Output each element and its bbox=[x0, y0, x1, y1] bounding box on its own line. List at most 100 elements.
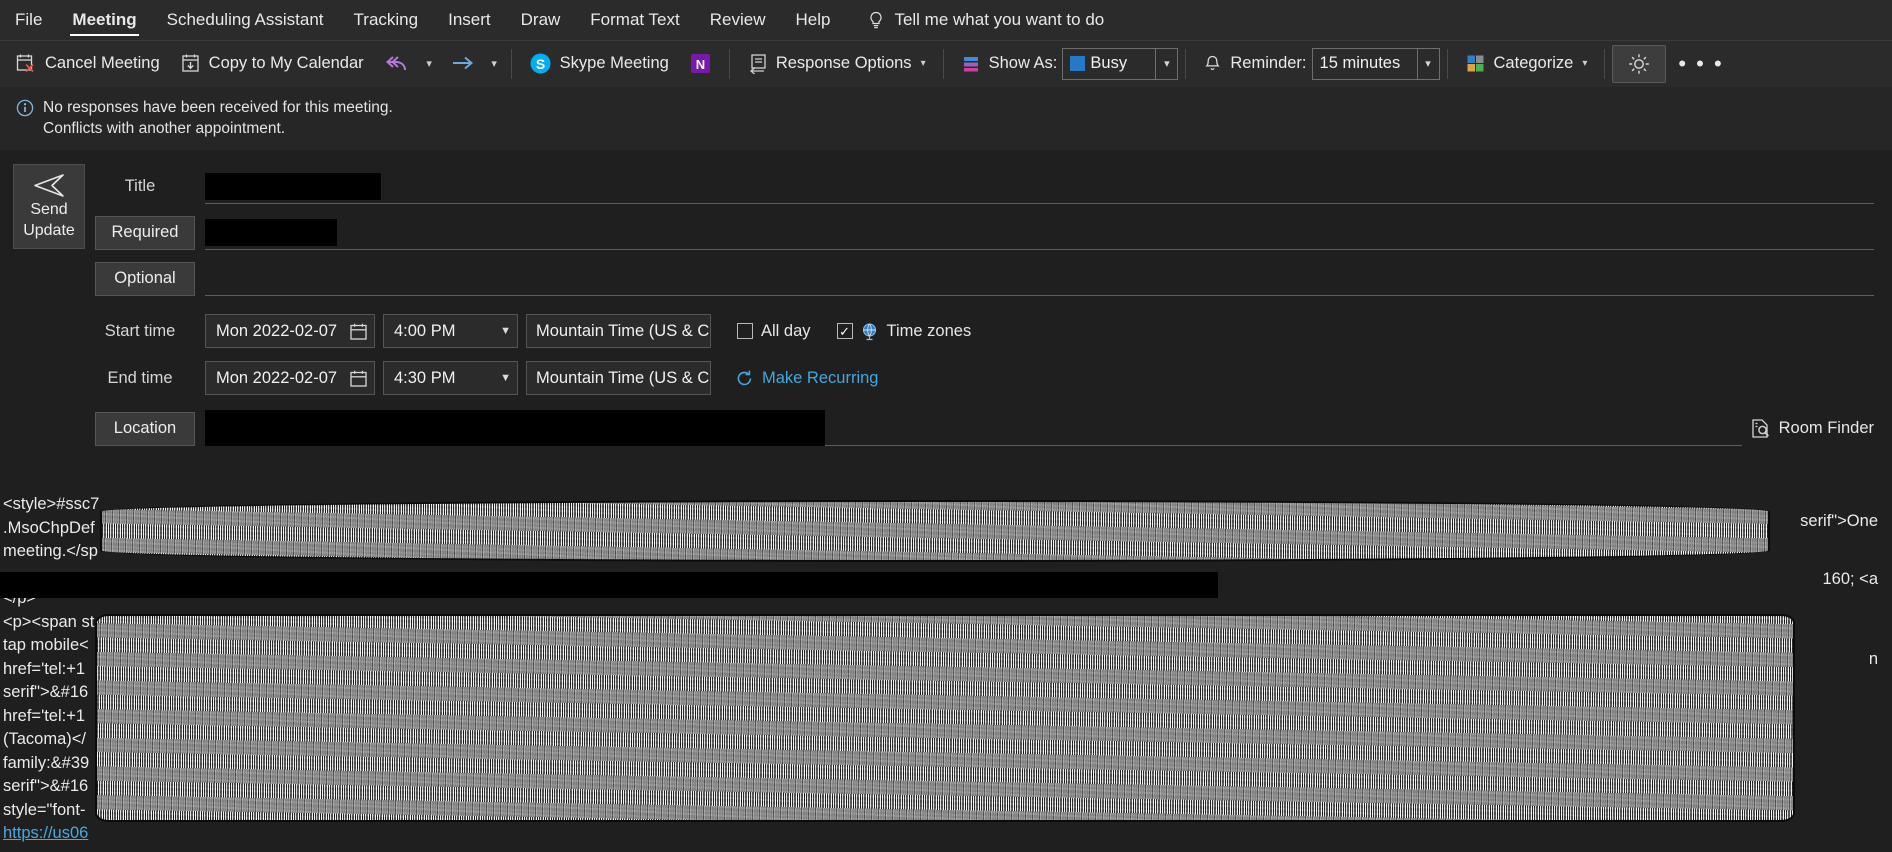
info-bar: No responses have been received for this… bbox=[0, 87, 1892, 150]
calendar-picker-icon[interactable] bbox=[349, 322, 368, 341]
cancel-meeting-label: Cancel Meeting bbox=[45, 54, 160, 72]
start-time-row: Start time Mon 2022-02-07 4:00 PM ▼ Moun… bbox=[85, 308, 1892, 355]
show-as-chevron-down-icon[interactable]: ▾ bbox=[1155, 48, 1177, 79]
required-input[interactable] bbox=[205, 216, 1874, 250]
cancel-meeting-icon bbox=[16, 54, 34, 73]
skype-meeting-button[interactable]: S Skype Meeting bbox=[519, 45, 679, 83]
redo-dropdown-arrow[interactable]: ▾ bbox=[485, 46, 504, 82]
tab-review[interactable]: Review bbox=[695, 0, 781, 40]
end-time-label: End time bbox=[107, 368, 173, 387]
ribbon-separator-1 bbox=[510, 48, 512, 79]
send-update-label-1: Send bbox=[30, 201, 68, 219]
optional-label: Optional bbox=[114, 269, 176, 288]
high-importance-button[interactable] bbox=[1612, 44, 1667, 83]
tab-file[interactable]: File bbox=[0, 0, 57, 40]
send-icon bbox=[34, 174, 64, 198]
body-source-fragment: 160; <a bbox=[1822, 570, 1878, 588]
show-as-label: Show As: bbox=[988, 54, 1058, 72]
start-timezone-value: Mountain Time (US & C bbox=[536, 321, 710, 340]
calendar-picker-icon[interactable] bbox=[349, 369, 368, 388]
time-zones-checkbox[interactable]: ✓ bbox=[836, 323, 853, 340]
make-recurring-button[interactable]: Make Recurring bbox=[735, 369, 878, 388]
tab-scheduling-assistant-label: Scheduling Assistant bbox=[166, 10, 324, 29]
end-time-chevron-down-icon[interactable]: ▼ bbox=[496, 372, 511, 384]
tab-tracking-label: Tracking bbox=[353, 10, 419, 29]
ribbon-separator-4 bbox=[1185, 48, 1187, 79]
ribbon-separator-2 bbox=[728, 48, 730, 79]
room-finder-button[interactable]: Room Finder bbox=[1750, 418, 1892, 439]
tab-help[interactable]: Help bbox=[780, 0, 845, 40]
all-day-checkbox-group[interactable]: All day bbox=[737, 322, 811, 341]
tab-tracking[interactable]: Tracking bbox=[339, 0, 434, 40]
response-options-icon bbox=[749, 54, 766, 74]
response-options-label: Response Options bbox=[775, 54, 912, 72]
optional-input[interactable] bbox=[205, 262, 1874, 296]
body-source-link[interactable]: https://us06 bbox=[0, 822, 1892, 846]
start-date-input[interactable]: Mon 2022-02-07 bbox=[205, 314, 375, 349]
tab-meeting-label: Meeting bbox=[72, 10, 137, 29]
tab-draw[interactable]: Draw bbox=[506, 0, 576, 40]
brightness-icon bbox=[1629, 53, 1650, 74]
form-fields: Title Required Optional Start time Mon 2… bbox=[85, 164, 1892, 452]
undo-dropdown-arrow[interactable]: ▾ bbox=[420, 46, 439, 82]
all-day-checkbox[interactable] bbox=[737, 323, 753, 340]
title-input[interactable] bbox=[205, 170, 1874, 204]
required-label: Required bbox=[111, 223, 179, 242]
response-options-button[interactable]: Response Options ▾ bbox=[737, 45, 936, 83]
tab-insert[interactable]: Insert bbox=[433, 0, 506, 40]
tab-help-label: Help bbox=[795, 10, 831, 29]
meeting-body-editor[interactable]: <style>#ssc7 .MsoChpDef meeting.</sp </p… bbox=[0, 490, 1892, 852]
show-as-combobox[interactable]: Busy ▾ bbox=[1062, 47, 1179, 80]
room-finder-label: Room Finder bbox=[1778, 419, 1874, 438]
tab-format-text[interactable]: Format Text bbox=[575, 0, 694, 40]
location-button[interactable]: Location bbox=[95, 411, 195, 446]
required-button[interactable]: Required bbox=[95, 215, 195, 250]
ribbon-separator-3 bbox=[942, 48, 944, 79]
tab-scheduling-assistant[interactable]: Scheduling Assistant bbox=[152, 0, 339, 40]
end-date-input[interactable]: Mon 2022-02-07 bbox=[205, 361, 375, 396]
start-time-input[interactable]: 4:00 PM ▼ bbox=[383, 314, 518, 349]
reminder-combobox[interactable]: 15 minutes ▾ bbox=[1311, 47, 1440, 80]
ribbon-command-bar: Cancel Meeting Copy to My Calendar ▾ ▾ S bbox=[0, 41, 1892, 87]
globe-icon bbox=[862, 323, 876, 340]
start-timezone-combobox[interactable]: Mountain Time (US & C ▼ bbox=[526, 314, 711, 349]
ribbon-overflow-button[interactable]: • • • bbox=[1666, 52, 1735, 75]
required-redaction bbox=[205, 218, 337, 246]
meeting-form: Send Update Title Required Optional Star… bbox=[0, 150, 1892, 452]
copy-to-my-calendar-button[interactable]: Copy to My Calendar bbox=[170, 45, 374, 83]
svg-text:S: S bbox=[535, 56, 544, 72]
body-source-fragment: serif">One bbox=[1800, 512, 1878, 530]
end-time-input[interactable]: 4:30 PM ▼ bbox=[383, 361, 518, 396]
show-as-label-group: Show As: bbox=[951, 45, 1063, 83]
tell-me-placeholder: Tell me what you want to do bbox=[894, 10, 1105, 29]
send-update-button[interactable]: Send Update bbox=[13, 163, 85, 249]
start-time-value: 4:00 PM bbox=[394, 321, 456, 340]
undo-button[interactable] bbox=[374, 45, 420, 83]
skype-meeting-label: Skype Meeting bbox=[559, 54, 669, 72]
info-bar-line-1: No responses have been received for this… bbox=[43, 99, 393, 116]
categorize-button[interactable]: Categorize ▾ bbox=[1455, 45, 1598, 83]
redo-button[interactable] bbox=[439, 45, 485, 83]
tab-meeting[interactable]: Meeting bbox=[57, 0, 151, 40]
start-time-label: Start time bbox=[104, 321, 176, 340]
end-timezone-value: Mountain Time (US & C bbox=[536, 368, 710, 387]
onenote-button[interactable]: N bbox=[679, 45, 722, 83]
all-day-label: All day bbox=[761, 321, 811, 340]
start-timezone-chevron-down-icon[interactable]: ▼ bbox=[709, 325, 710, 337]
start-time-chevron-down-icon[interactable]: ▼ bbox=[496, 325, 511, 337]
end-timezone-combobox[interactable]: Mountain Time (US & C ▼ bbox=[526, 361, 711, 396]
optional-button[interactable]: Optional bbox=[95, 261, 195, 296]
show-as-busy-swatch bbox=[1070, 56, 1086, 71]
end-timezone-chevron-down-icon[interactable]: ▼ bbox=[709, 372, 710, 384]
bell-icon bbox=[1205, 55, 1221, 70]
tab-review-label: Review bbox=[709, 10, 766, 29]
location-label: Location bbox=[113, 419, 177, 438]
time-zones-checkbox-group[interactable]: ✓ Time zones bbox=[836, 321, 972, 341]
copy-to-my-calendar-label: Copy to My Calendar bbox=[208, 54, 364, 72]
tell-me-search[interactable]: Tell me what you want to do bbox=[845, 0, 1114, 40]
redo-icon bbox=[452, 56, 473, 69]
reminder-chevron-down-icon[interactable]: ▾ bbox=[1416, 48, 1439, 79]
cancel-meeting-button[interactable]: Cancel Meeting bbox=[6, 45, 170, 83]
location-input[interactable] bbox=[205, 410, 1742, 447]
time-zones-label: Time zones bbox=[886, 321, 972, 340]
